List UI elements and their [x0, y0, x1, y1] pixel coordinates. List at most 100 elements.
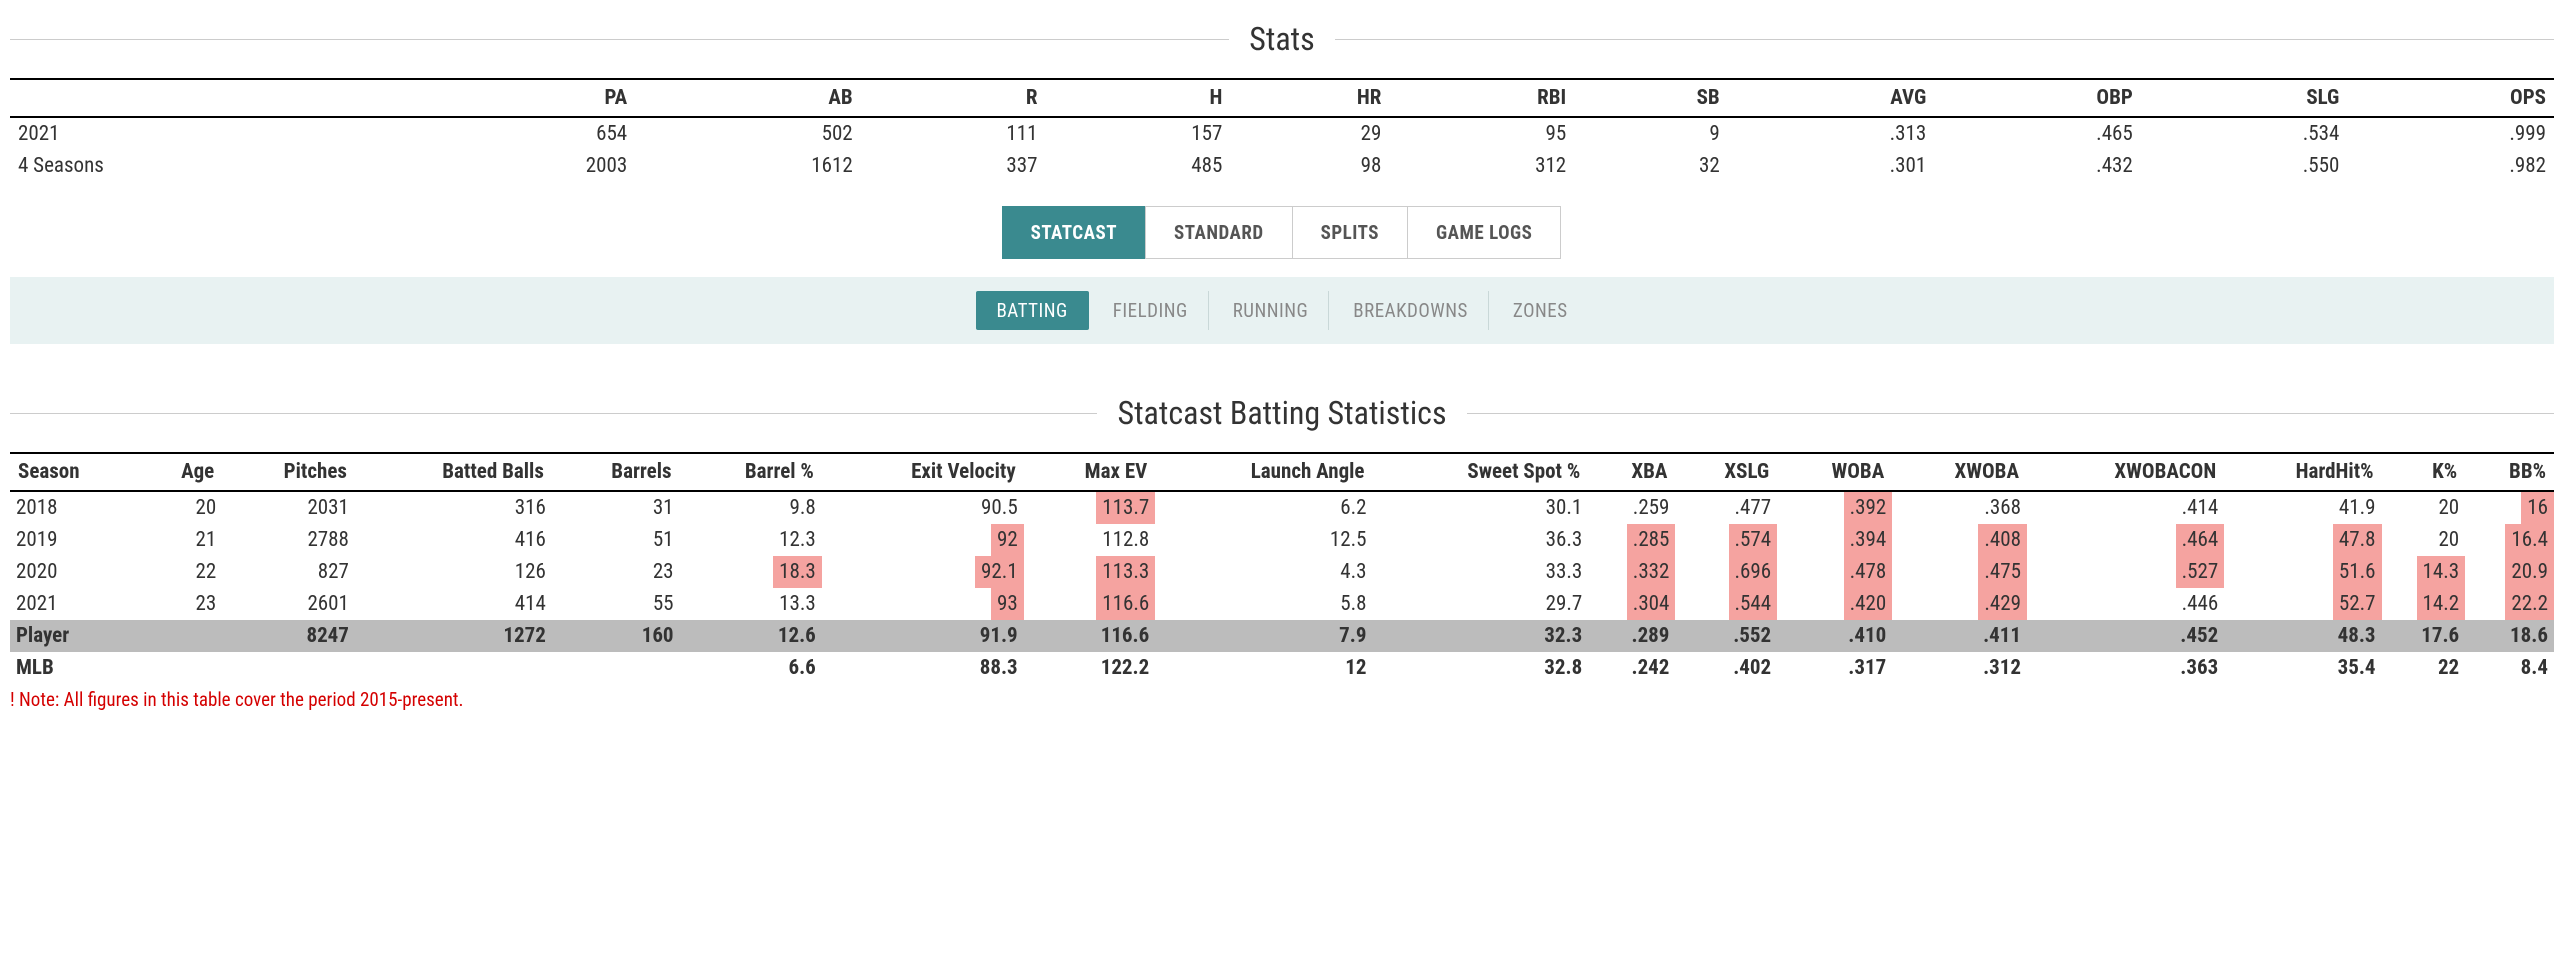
- statcast-cell: 90.5: [975, 492, 1024, 524]
- statcast-td: .478: [1777, 556, 1892, 588]
- statcast-td: 113.7: [1024, 491, 1156, 524]
- statcast-td: .289: [1588, 620, 1675, 652]
- statcast-td: 16: [2465, 491, 2554, 524]
- statcast-cell: 22.2: [2505, 588, 2554, 620]
- stats-col-header[interactable]: SB: [1574, 79, 1728, 117]
- statcast-cell: 8247: [300, 620, 354, 652]
- statcast-cell: .289: [1625, 620, 1675, 652]
- primary-tabs: STATCASTSTANDARDSPLITSGAME LOGS: [10, 206, 2554, 259]
- statcast-col-header[interactable]: Sweet Spot %: [1372, 453, 1588, 491]
- statcast-td: .259: [1588, 491, 1675, 524]
- statcast-cell: .304: [1627, 588, 1676, 620]
- stat-cell: 111: [861, 117, 1046, 150]
- statcast-cell: 35.4: [2332, 652, 2382, 684]
- statcast-cell: .242: [1625, 652, 1675, 684]
- statcast-cell: 116.6: [1096, 588, 1155, 620]
- statcast-td: .332: [1588, 556, 1675, 588]
- statcast-td: .574: [1675, 524, 1777, 556]
- stat-cell: 157: [1046, 117, 1231, 150]
- stats-col-header[interactable]: H: [1046, 79, 1231, 117]
- statcast-col-header[interactable]: XWOBACON: [2027, 453, 2224, 491]
- stat-cell: 485: [1046, 150, 1231, 182]
- statcast-col-header[interactable]: Batted Balls: [355, 453, 552, 491]
- statcast-cell: 2021: [10, 588, 63, 620]
- stats-col-header[interactable]: SLG: [2141, 79, 2348, 117]
- statcast-cell: [540, 666, 552, 674]
- statcast-col-header[interactable]: Barrels: [552, 453, 680, 491]
- stats-col-header[interactable]: AB: [635, 79, 861, 117]
- statcast-cell: 47.8: [2333, 524, 2382, 556]
- statcast-cell: MLB: [10, 652, 60, 684]
- statcast-td: 7.9: [1155, 620, 1372, 652]
- statcast-cell: 2601: [301, 588, 354, 620]
- statcast-cell: .332: [1627, 556, 1676, 588]
- stat-cell: 95: [1389, 117, 1574, 150]
- statcast-cell: .410: [1842, 620, 1892, 652]
- statcast-col-header[interactable]: Exit Velocity: [822, 453, 1024, 491]
- statcast-col-header[interactable]: K%: [2382, 453, 2466, 491]
- statcast-cell: .429: [1978, 588, 2027, 620]
- statcast-cell: 6.2: [1334, 492, 1372, 524]
- statcast-cell: 17.6: [2415, 620, 2465, 652]
- tab-statcast[interactable]: STATCAST: [1002, 206, 1146, 259]
- statcast-td: .475: [1892, 556, 2027, 588]
- stats-col-header[interactable]: HR: [1230, 79, 1389, 117]
- tab-splits[interactable]: SPLITS: [1292, 206, 1408, 259]
- statcast-cell: .317: [1842, 652, 1892, 684]
- statcast-col-header[interactable]: Launch Angle: [1155, 453, 1372, 491]
- statcast-cell: 16: [2521, 492, 2554, 524]
- section-header-stats: Stats: [10, 20, 2554, 58]
- statcast-col-header[interactable]: Season: [10, 453, 140, 491]
- statcast-col-header[interactable]: HardHit%: [2224, 453, 2381, 491]
- statcast-td: 31: [552, 491, 680, 524]
- statcast-td: 29.7: [1372, 588, 1588, 620]
- statcast-cell: .414: [2176, 492, 2225, 524]
- stats-col-header[interactable]: RBI: [1389, 79, 1574, 117]
- statcast-cell: 23: [647, 556, 680, 588]
- statcast-col-header[interactable]: BB%: [2465, 453, 2554, 491]
- subtab-batting[interactable]: BATTING: [976, 291, 1088, 330]
- stat-cell: .465: [1934, 117, 2141, 150]
- statcast-td: 17.6: [2382, 620, 2466, 652]
- subtab-running[interactable]: RUNNING: [1213, 291, 1330, 330]
- subtab-zones[interactable]: ZONES: [1493, 291, 1588, 330]
- statcast-td: 92: [822, 524, 1024, 556]
- stat-cell: .313: [1728, 117, 1935, 150]
- stats-col-header[interactable]: PA: [410, 79, 636, 117]
- stat-cell: 29: [1230, 117, 1389, 150]
- tab-standard[interactable]: STANDARD: [1145, 206, 1293, 259]
- stats-col-header[interactable]: [10, 79, 410, 117]
- statcast-cell: 18.3: [773, 556, 822, 588]
- statcast-td: 51: [552, 524, 680, 556]
- stats-col-header[interactable]: R: [861, 79, 1046, 117]
- statcast-col-header[interactable]: Barrel %: [680, 453, 822, 491]
- statcast-td: 116.6: [1024, 588, 1156, 620]
- statcast-cell: 32.3: [1538, 620, 1588, 652]
- statcast-cell: 41.9: [2333, 492, 2382, 524]
- statcast-col-header[interactable]: Pitches: [222, 453, 355, 491]
- statcast-col-header[interactable]: Age: [140, 453, 222, 491]
- statcast-td: 41.9: [2224, 491, 2381, 524]
- statcast-td: 113.3: [1024, 556, 1156, 588]
- stats-col-header[interactable]: OBP: [1934, 79, 2141, 117]
- stats-col-header[interactable]: OPS: [2347, 79, 2554, 117]
- statcast-cell: .368: [1978, 492, 2027, 524]
- statcast-col-header[interactable]: XBA: [1588, 453, 1675, 491]
- subtab-fielding[interactable]: FIELDING: [1093, 291, 1209, 330]
- statcast-col-header[interactable]: Max EV: [1024, 453, 1156, 491]
- statcast-td: 2018: [10, 491, 140, 524]
- statcast-td: .392: [1777, 491, 1892, 524]
- statcast-td: .368: [1892, 491, 2027, 524]
- statcast-col-header[interactable]: XWOBA: [1892, 453, 2027, 491]
- tab-game-logs[interactable]: GAME LOGS: [1407, 206, 1561, 259]
- statcast-cell: .552: [1727, 620, 1777, 652]
- stats-col-header[interactable]: AVG: [1728, 79, 1935, 117]
- statcast-td: 2788: [222, 524, 355, 556]
- statcast-cell: 113.3: [1096, 556, 1155, 588]
- statcast-col-header[interactable]: WOBA: [1777, 453, 1892, 491]
- statcast-td: .411: [1892, 620, 2027, 652]
- statcast-td: 6.2: [1155, 491, 1372, 524]
- subtab-breakdowns[interactable]: BREAKDOWNS: [1333, 291, 1489, 330]
- statcast-col-header[interactable]: XSLG: [1675, 453, 1777, 491]
- stat-cell: .301: [1728, 150, 1935, 182]
